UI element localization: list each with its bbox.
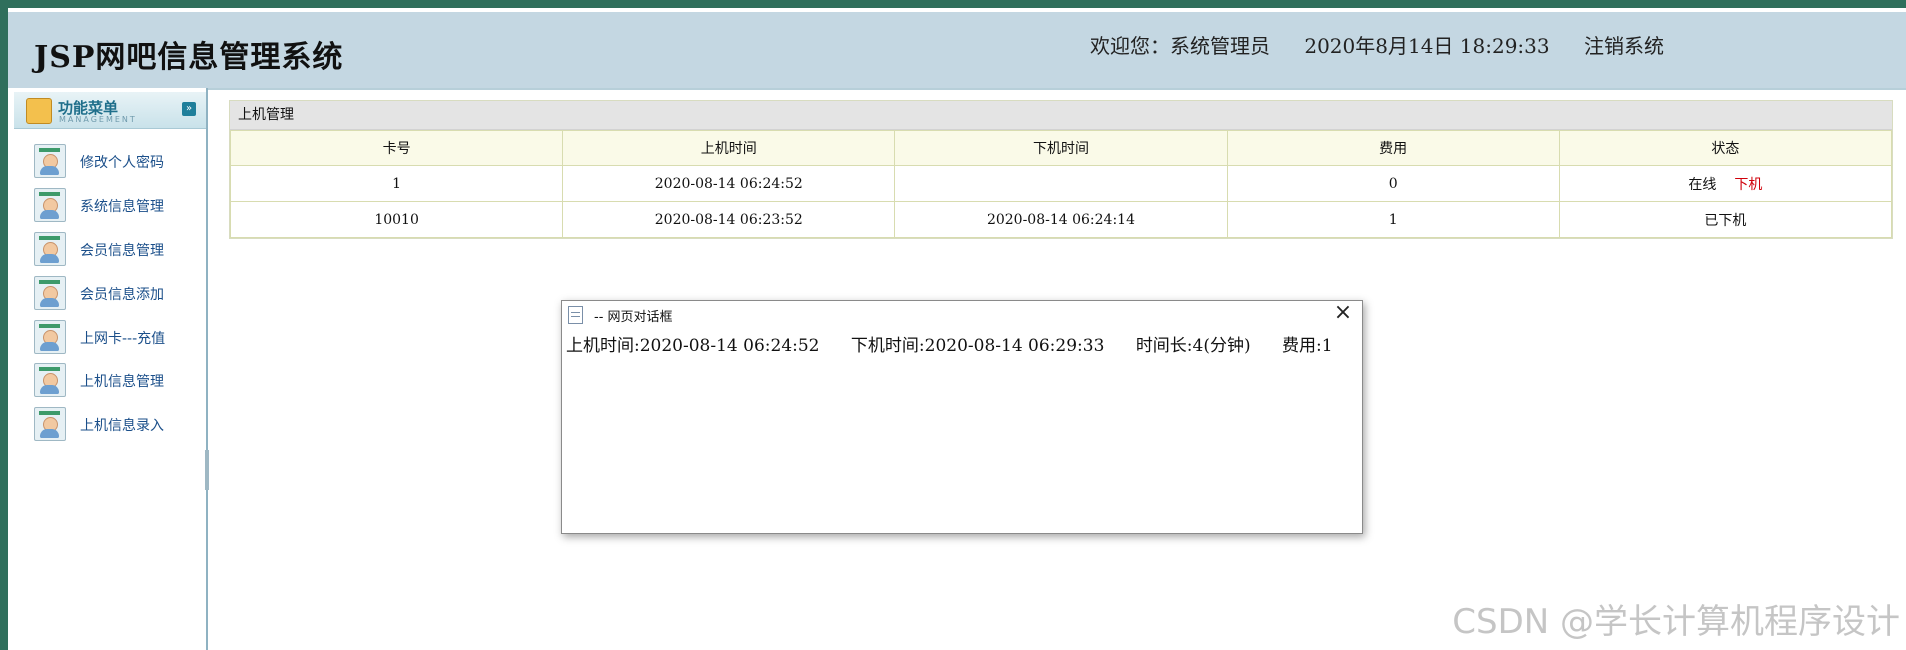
dialog-start-time: 上机时间:2020-08-14 06:24:52 bbox=[566, 336, 820, 356]
cell-status: 在线 下机 bbox=[1558, 165, 1893, 202]
sidebar-item-card-recharge[interactable]: 上网卡---充值 bbox=[34, 320, 194, 354]
current-datetime: 2020年8月14日 18:29:33 bbox=[1304, 34, 1550, 58]
table-row: 10010 2020-08-14 06:23:52 2020-08-14 06:… bbox=[229, 201, 1893, 238]
user-icon bbox=[34, 320, 66, 354]
window-left-edge bbox=[0, 0, 8, 650]
user-icon bbox=[34, 407, 66, 441]
dialog-end-time: 下机时间:2020-08-14 06:29:33 bbox=[850, 336, 1105, 356]
cell-card: 1 bbox=[229, 165, 564, 202]
sidebar-item-label[interactable]: 会员信息添加 bbox=[80, 284, 164, 304]
user-icon bbox=[34, 232, 66, 266]
cell-card: 10010 bbox=[229, 201, 564, 238]
dialog-message: 上机时间:2020-08-14 06:24:52 下机时间:2020-08-14… bbox=[566, 331, 1359, 356]
sidebar-item-session-entry[interactable]: 上机信息录入 bbox=[34, 407, 194, 441]
sidebar-item-change-password[interactable]: 修改个人密码 bbox=[34, 144, 194, 178]
sidebar-item-system-info[interactable]: 系统信息管理 bbox=[34, 188, 194, 222]
column-header-start: 上机时间 bbox=[562, 130, 896, 166]
web-dialog: -- 网页对话框 × 上机时间:2020-08-14 06:24:52 下机时间… bbox=[561, 300, 1363, 534]
sidebar-item-label[interactable]: 系统信息管理 bbox=[80, 196, 164, 216]
sidebar: 功能菜单 MANAGEMENT » 修改个人密码 系统信息管理 会员信息管理 会… bbox=[8, 88, 208, 650]
cell-start-time: 2020-08-14 06:23:52 bbox=[562, 201, 896, 238]
watermark: CSDN @学长计算机程序设计 bbox=[1452, 602, 1900, 642]
user-icon bbox=[34, 363, 66, 397]
user-icon bbox=[34, 144, 66, 178]
user-icon bbox=[34, 188, 66, 222]
table-header-row: 卡号 上机时间 下机时间 费用 状态 bbox=[229, 130, 1893, 166]
cell-end-time bbox=[894, 165, 1228, 202]
logout-link[interactable]: 注销系统 bbox=[1584, 34, 1664, 58]
column-header-status: 状态 bbox=[1558, 130, 1893, 166]
header-info: 欢迎您：系统管理员 2020年8月14日 18:29:33 注销系统 bbox=[1090, 30, 1692, 59]
menu-subtitle: MANAGEMENT bbox=[59, 115, 137, 124]
sidebar-splitter-handle[interactable] bbox=[205, 450, 209, 490]
dialog-titlebar[interactable]: -- 网页对话框 × bbox=[562, 301, 1362, 327]
sidebar-item-label[interactable]: 上机信息录入 bbox=[80, 415, 164, 435]
sidebar-item-label[interactable]: 上机信息管理 bbox=[80, 371, 164, 391]
app-title: JSP网吧信息管理系统 bbox=[34, 40, 344, 75]
menu-folder-icon bbox=[26, 98, 52, 124]
dialog-title: -- 网页对话框 bbox=[594, 310, 673, 325]
cell-start-time: 2020-08-14 06:24:52 bbox=[562, 165, 896, 202]
panel-title: 上机管理 bbox=[230, 101, 1892, 130]
sidebar-item-label[interactable]: 上网卡---充值 bbox=[80, 328, 165, 348]
logoff-link[interactable]: 下机 bbox=[1734, 177, 1762, 193]
sidebar-item-session-manage[interactable]: 上机信息管理 bbox=[34, 363, 194, 397]
cell-fee: 1 bbox=[1226, 201, 1560, 238]
window-top-bar bbox=[0, 0, 1906, 8]
dialog-fee: 费用:1 bbox=[1282, 336, 1333, 356]
menu-header: 功能菜单 MANAGEMENT » bbox=[14, 92, 206, 129]
sidebar-item-member-manage[interactable]: 会员信息管理 bbox=[34, 232, 194, 266]
close-icon[interactable]: × bbox=[1332, 302, 1354, 324]
table-row: 1 2020-08-14 06:24:52 0 在线 下机 bbox=[229, 165, 1893, 202]
column-header-fee: 费用 bbox=[1226, 130, 1560, 166]
welcome-text: 欢迎您：系统管理员 bbox=[1090, 34, 1270, 58]
column-header-card: 卡号 bbox=[229, 130, 564, 166]
cell-fee: 0 bbox=[1226, 165, 1560, 202]
sidebar-item-member-add[interactable]: 会员信息添加 bbox=[34, 276, 194, 310]
user-icon bbox=[34, 276, 66, 310]
dialog-duration: 时间长:4(分钟) bbox=[1135, 336, 1251, 356]
status-text: 已下机 bbox=[1704, 212, 1747, 229]
collapse-toggle-icon[interactable]: » bbox=[182, 102, 196, 116]
sidebar-item-label[interactable]: 修改个人密码 bbox=[80, 152, 164, 172]
session-panel: 上机管理 卡号 上机时间 下机时间 费用 状态 1 2020-08-14 06:… bbox=[229, 100, 1893, 239]
app-header: JSP网吧信息管理系统 欢迎您：系统管理员 2020年8月14日 18:29:3… bbox=[8, 12, 1906, 90]
session-table: 卡号 上机时间 下机时间 费用 状态 1 2020-08-14 06:24:52… bbox=[229, 130, 1893, 238]
sidebar-item-label[interactable]: 会员信息管理 bbox=[80, 240, 164, 260]
column-header-end: 下机时间 bbox=[894, 130, 1228, 166]
cell-end-time: 2020-08-14 06:24:14 bbox=[894, 201, 1228, 238]
status-text: 在线 bbox=[1688, 176, 1717, 193]
cell-status: 已下机 bbox=[1558, 201, 1893, 238]
document-icon bbox=[568, 306, 583, 324]
